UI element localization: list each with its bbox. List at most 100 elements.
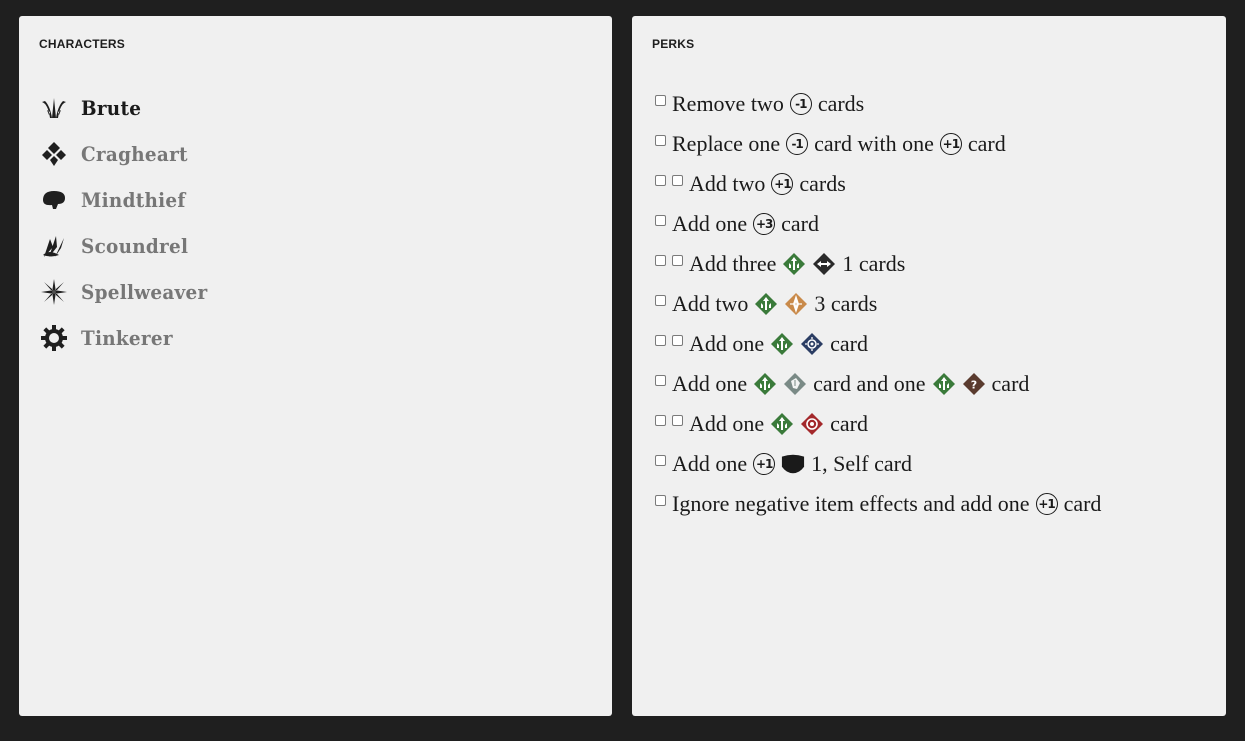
- rolling-icon: [753, 372, 777, 396]
- perk-description: Ignore negative item effects and add one…: [672, 491, 1101, 517]
- perk-text: Add one: [672, 451, 748, 476]
- perk-checkbox[interactable]: [672, 414, 683, 426]
- perk-description: Add one +1 1, Self card: [672, 451, 912, 477]
- character-item-scoundrel[interactable]: Scoundrel: [40, 223, 218, 269]
- perk-checkbox[interactable]: [672, 174, 683, 186]
- characters-panel: CHARACTERS Brute Cragheart Mindthief Scound…: [19, 16, 612, 716]
- perk-checkbox[interactable]: [655, 294, 666, 306]
- brute-icon: [40, 94, 68, 122]
- rolling-icon: [932, 372, 956, 396]
- perk-row: Remove two -1 cards: [655, 84, 1101, 124]
- perk-checkbox[interactable]: [655, 374, 666, 386]
- perks-panel: PERKS Remove two -1 cards Replace one -1 card…: [632, 16, 1226, 716]
- perk-text: Add two: [689, 171, 766, 196]
- perk-row: Add one +3 card: [655, 204, 1101, 244]
- scoundrel-icon: [40, 232, 68, 260]
- perk-checkbox[interactable]: [672, 254, 683, 266]
- perk-row: Add three 1 cards: [655, 244, 1101, 284]
- perk-checkbox[interactable]: [655, 414, 666, 426]
- perk-checkbox[interactable]: [655, 454, 666, 466]
- perk-description: Add two +1 cards: [689, 171, 846, 197]
- push-icon: [812, 252, 836, 276]
- disarm-icon: [783, 372, 807, 396]
- perk-checkboxes: [655, 214, 666, 230]
- characters-title: CHARACTERS: [39, 37, 125, 51]
- rolling-icon: [770, 412, 794, 436]
- perk-text: card: [991, 371, 1030, 396]
- perk-text: Remove two: [672, 91, 784, 116]
- perk-row: Add one card: [655, 324, 1101, 364]
- perk-text: Add one: [689, 411, 765, 436]
- perk-checkboxes: [655, 374, 666, 390]
- perk-text: Add two: [672, 291, 749, 316]
- perk-text: card: [967, 131, 1006, 156]
- perk-checkbox[interactable]: [672, 334, 683, 346]
- perk-row: Replace one -1 card with one +1 card: [655, 124, 1101, 164]
- perk-text: cards: [817, 91, 865, 116]
- perk-checkbox[interactable]: [655, 494, 666, 506]
- perk-text: Ignore negative item effects and add one: [672, 491, 1030, 516]
- perk-checkbox[interactable]: [655, 254, 666, 266]
- perk-text: card and one: [813, 371, 926, 396]
- perk-checkboxes: [655, 414, 683, 430]
- rolling-icon: [770, 332, 794, 356]
- character-name: Cragheart: [81, 142, 188, 166]
- perk-checkbox[interactable]: [655, 174, 666, 186]
- perk-checkbox[interactable]: [655, 134, 666, 146]
- perk-row: Add two 3 cards: [655, 284, 1101, 324]
- perk-checkbox[interactable]: [655, 214, 666, 226]
- perk-row: Ignore negative item effects and add one…: [655, 484, 1101, 524]
- perk-checkboxes: [655, 134, 666, 150]
- character-item-spellweaver[interactable]: Spellweaver: [40, 269, 218, 315]
- perk-checkboxes: [655, 454, 666, 470]
- character-item-cragheart[interactable]: Cragheart: [40, 131, 218, 177]
- mindthief-icon: [40, 186, 68, 214]
- perk-row: Add one card and one? card: [655, 364, 1101, 404]
- perk-row: Add two +1 cards: [655, 164, 1101, 204]
- perk-description: Remove two -1 cards: [672, 91, 864, 117]
- perk-description: Add one card: [689, 331, 868, 357]
- perk-checkbox[interactable]: [655, 94, 666, 106]
- perk-text: card: [830, 411, 869, 436]
- perk-description: Replace one -1 card with one +1 card: [672, 131, 1006, 157]
- stun-icon: [800, 332, 824, 356]
- perk-checkboxes: [655, 94, 666, 110]
- perk-row: Add one card: [655, 404, 1101, 444]
- perk-text: Add one: [672, 371, 748, 396]
- perk-text: Add three: [689, 251, 777, 276]
- perk-text: card with one: [814, 131, 934, 156]
- perk-checkboxes: [655, 294, 666, 310]
- tinkerer-icon: [40, 324, 68, 352]
- perk-text: 3 cards: [814, 291, 878, 316]
- modifier-card-icon: -1: [789, 93, 812, 115]
- perk-description: Add three 1 cards: [689, 251, 905, 277]
- pierce-icon: [784, 292, 808, 316]
- perks-title: PERKS: [652, 37, 695, 51]
- character-name: Scoundrel: [81, 234, 189, 258]
- modifier-card-icon: +3: [753, 213, 776, 235]
- character-list: Brute Cragheart Mindthief Scoundrel Spellwea…: [40, 85, 218, 361]
- target-icon: [800, 412, 824, 436]
- perk-text: 1 cards: [842, 251, 906, 276]
- character-item-tinkerer[interactable]: Tinkerer: [40, 315, 218, 361]
- perk-description: Add one card and one? card: [672, 371, 1029, 397]
- character-item-brute[interactable]: Brute: [40, 85, 218, 131]
- perk-checkbox[interactable]: [655, 334, 666, 346]
- spellweaver-icon: [40, 278, 68, 306]
- perk-row: Add one +1 1, Self card: [655, 444, 1101, 484]
- character-name: Mindthief: [81, 188, 186, 212]
- rolling-icon: [754, 292, 778, 316]
- perk-text: card: [830, 331, 869, 356]
- perk-description: Add one +3 card: [672, 211, 819, 237]
- rolling-icon: [782, 252, 806, 276]
- perk-text: Add one: [672, 211, 748, 236]
- perk-text: card: [1063, 491, 1102, 516]
- character-item-mindthief[interactable]: Mindthief: [40, 177, 218, 223]
- perk-checkboxes: [655, 494, 666, 510]
- svg-text:?: ?: [970, 379, 976, 392]
- perk-text: Add one: [689, 331, 765, 356]
- perk-list: Remove two -1 cards Replace one -1 card with …: [655, 84, 1101, 524]
- modifier-card-icon: +1: [939, 133, 962, 155]
- character-name: Spellweaver: [81, 280, 208, 304]
- cragheart-icon: [40, 140, 68, 168]
